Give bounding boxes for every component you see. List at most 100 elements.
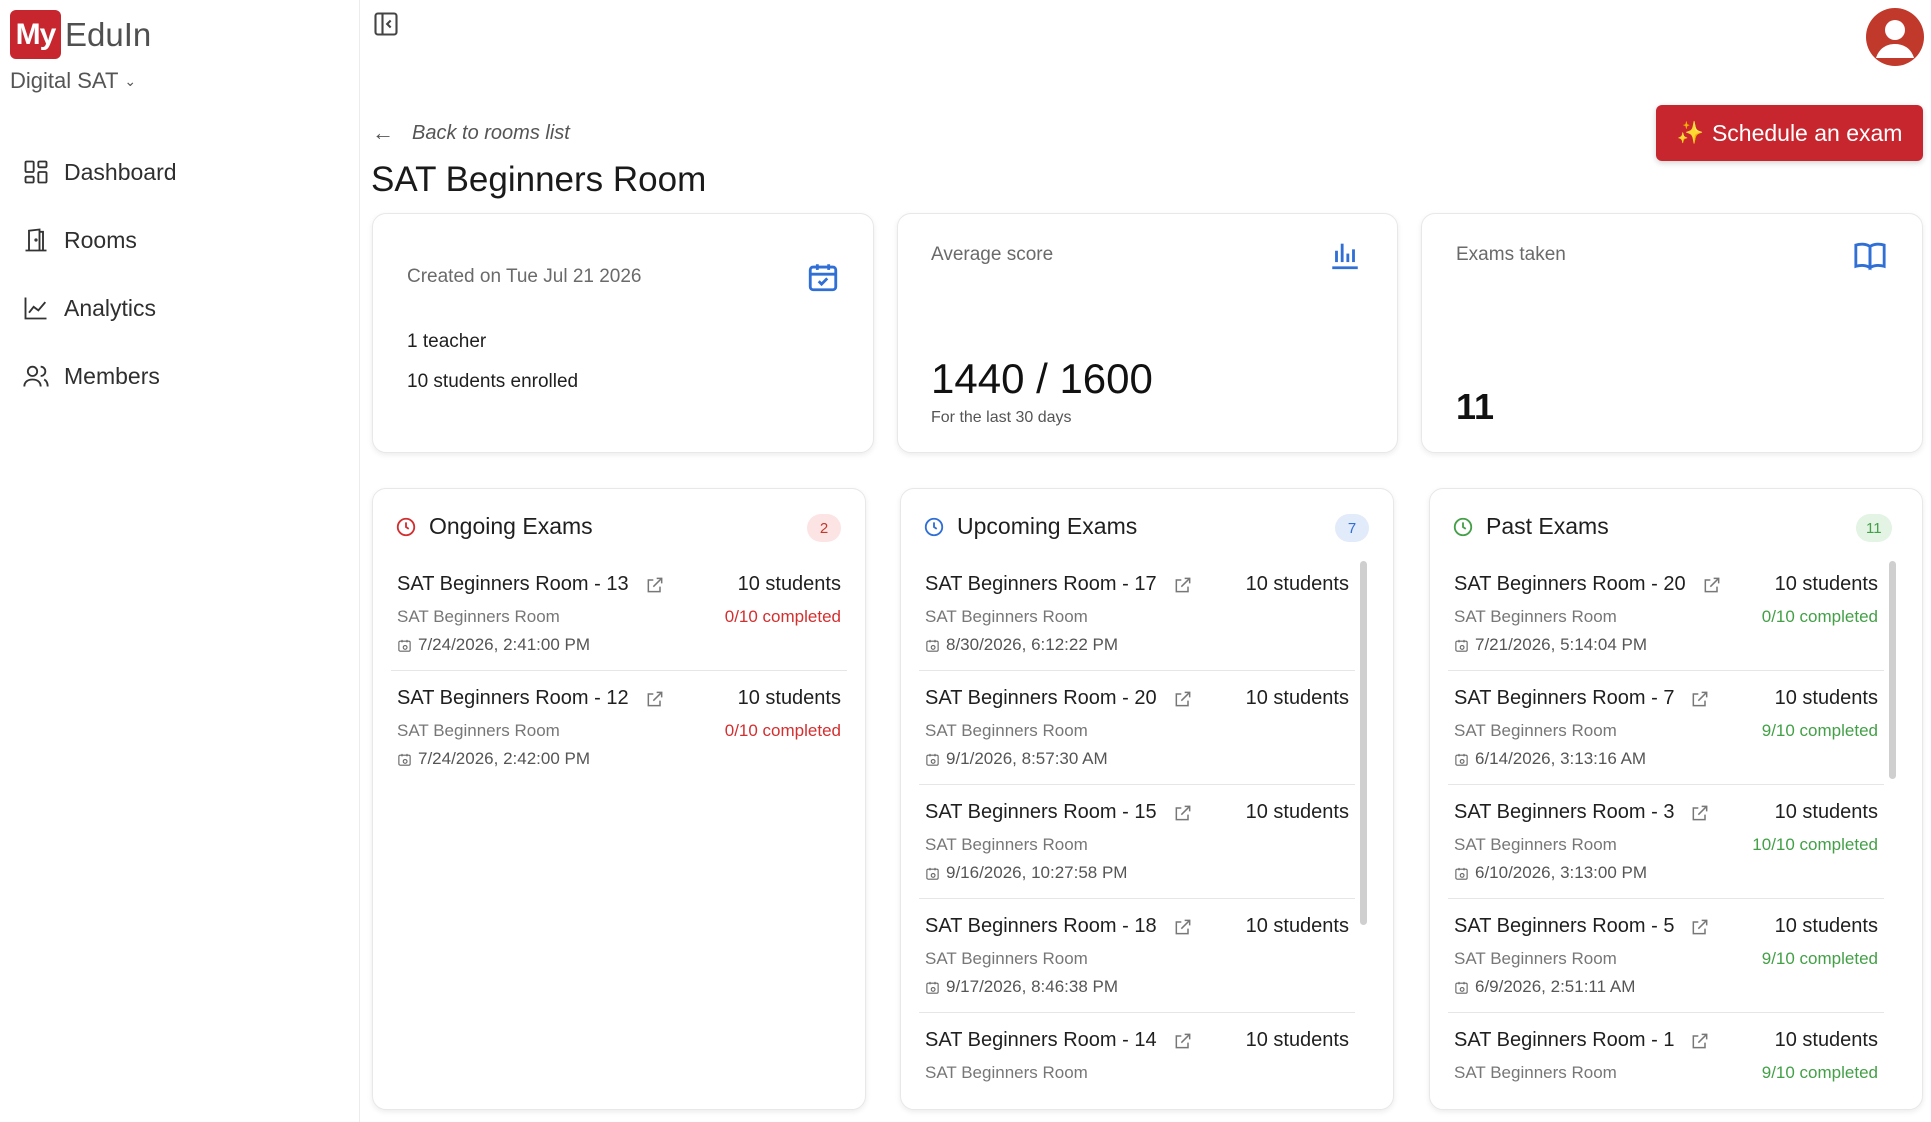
arrow-left-icon: ← (372, 120, 394, 145)
exam-date: 9/1/2026, 8:57:30 AM (946, 749, 1108, 768)
calendar-clock-icon (926, 639, 939, 652)
org-selector[interactable]: Digital SAT ⌄ (10, 68, 136, 94)
exam-name: SAT Beginners Room - 3 (1454, 801, 1675, 823)
exam-room: SAT Beginners Room (925, 835, 1088, 854)
sidebar-item-dashboard[interactable]: Dashboard (22, 138, 177, 206)
exam-row[interactable]: SAT Beginners Room - 17 10 students SAT … (919, 557, 1355, 671)
upcoming-scrollbar[interactable] (1360, 561, 1367, 925)
external-link-icon[interactable] (1702, 575, 1722, 595)
external-link-icon[interactable] (1173, 1031, 1193, 1051)
calendar-clock-icon (1455, 867, 1468, 880)
dashboard-icon (24, 160, 48, 184)
sidebar-item-members[interactable]: Members (22, 342, 177, 410)
app-logo[interactable]: My EduIn (10, 10, 151, 59)
exam-students: 10 students (1245, 801, 1349, 823)
exam-row[interactable]: SAT Beginners Room - 3 10 students SAT B… (1448, 785, 1884, 899)
exam-row[interactable]: SAT Beginners Room - 13 10 students SAT … (391, 557, 847, 671)
external-link-icon[interactable] (1690, 689, 1710, 709)
exam-students: 10 students (1774, 801, 1878, 823)
clock-icon (924, 517, 944, 536)
upcoming-count-badge: 7 (1335, 514, 1369, 542)
schedule-exam-label: Schedule an exam (1711, 119, 1903, 146)
user-avatar[interactable] (1866, 8, 1924, 66)
external-link-icon[interactable] (1173, 803, 1193, 823)
external-link-icon[interactable] (1173, 575, 1193, 595)
sidebar-item-label: Members (64, 362, 160, 389)
exam-row[interactable]: SAT Beginners Room - 20 10 students SAT … (919, 671, 1355, 785)
exam-completion: 9/10 completed (1761, 721, 1878, 740)
exam-date: 8/30/2026, 6:12:22 PM (946, 635, 1119, 654)
calendar-clock-icon (926, 753, 939, 766)
external-link-icon[interactable] (1173, 689, 1193, 709)
chevron-down-icon: ⌄ (124, 72, 137, 89)
upcoming-exams-header: Upcoming Exams (923, 513, 1137, 540)
exam-room: SAT Beginners Room (925, 607, 1088, 626)
exam-room: SAT Beginners Room (397, 607, 560, 626)
sidebar-item-analytics[interactable]: Analytics (22, 274, 177, 342)
exam-row[interactable]: SAT Beginners Room - 12 10 students SAT … (391, 671, 847, 785)
sidebar-item-label: Analytics (64, 294, 157, 321)
external-link-icon[interactable] (645, 689, 665, 709)
exam-students: 10 students (1774, 687, 1878, 709)
exam-students: 10 students (1774, 1029, 1878, 1051)
past-exams-title: Past Exams (1486, 513, 1609, 539)
sidebar-item-label: Dashboard (64, 158, 177, 185)
external-link-icon[interactable] (645, 575, 665, 595)
calendar-clock-icon (398, 753, 411, 766)
sidebar-collapse-icon (374, 12, 398, 36)
exam-students: 10 students (1774, 915, 1878, 937)
average-score-label: Average score (931, 244, 1054, 265)
upcoming-exams-title: Upcoming Exams (957, 513, 1138, 539)
external-link-icon[interactable] (1690, 917, 1710, 937)
exam-completion: 9/10 completed (1761, 949, 1878, 968)
collapse-sidebar-button[interactable] (372, 10, 400, 38)
exam-completion: 0/10 completed (724, 721, 841, 740)
exam-name: SAT Beginners Room - 18 (925, 915, 1157, 937)
exam-name: SAT Beginners Room - 5 (1454, 915, 1675, 937)
exam-row[interactable]: SAT Beginners Room - 1 10 students SAT B… (1448, 1013, 1884, 1097)
external-link-icon[interactable] (1690, 803, 1710, 823)
exam-room: SAT Beginners Room (1454, 835, 1617, 854)
exam-row[interactable]: SAT Beginners Room - 18 10 students SAT … (919, 899, 1355, 1013)
exam-room: SAT Beginners Room (1454, 607, 1617, 626)
past-count-badge: 11 (1856, 514, 1892, 542)
exam-row[interactable]: SAT Beginners Room - 14 10 students SAT … (919, 1013, 1355, 1097)
past-scrollbar[interactable] (1889, 561, 1896, 779)
clock-icon (1453, 517, 1473, 536)
exam-date: 6/10/2026, 3:13:00 PM (1475, 863, 1648, 882)
exam-date: 6/14/2026, 3:13:16 AM (1475, 749, 1647, 768)
past-exams-panel: Past Exams 11 SAT Beginners Room - 20 10… (1429, 488, 1923, 1110)
exam-completion: 0/10 completed (724, 607, 841, 626)
sidebar-item-rooms[interactable]: Rooms (22, 206, 177, 274)
students-enrolled: 10 students enrolled (407, 371, 579, 392)
exam-row[interactable]: SAT Beginners Room - 20 10 students SAT … (1448, 557, 1884, 671)
past-exams-list[interactable]: SAT Beginners Room - 20 10 students SAT … (1448, 557, 1884, 1097)
calendar-clock-icon (926, 867, 939, 880)
exam-room: SAT Beginners Room (925, 949, 1088, 968)
sidebar: My EduIn Digital SAT ⌄ Dashboard Rooms A… (0, 0, 360, 1122)
logo-text: EduIn (65, 15, 152, 53)
external-link-icon[interactable] (1173, 917, 1193, 937)
exam-row[interactable]: SAT Beginners Room - 5 10 students SAT B… (1448, 899, 1884, 1013)
exam-row[interactable]: SAT Beginners Room - 7 10 students SAT B… (1448, 671, 1884, 785)
back-to-rooms-link[interactable]: ← Back to rooms list (372, 120, 570, 146)
room-info-card: Created on Tue Jul 21 2026 1 teacher 10 … (372, 213, 874, 453)
exam-name: SAT Beginners Room - 20 (1454, 573, 1686, 595)
exam-completion: 0/10 completed (1761, 607, 1878, 626)
ongoing-exams-header: Ongoing Exams (395, 513, 593, 540)
users-icon (23, 365, 49, 387)
exam-students: 10 students (1245, 687, 1349, 709)
door-icon (25, 228, 47, 252)
exams-taken-card: Exams taken 11 (1421, 213, 1923, 453)
exam-room: SAT Beginners Room (925, 1063, 1088, 1082)
exam-date: 7/21/2026, 5:14:04 PM (1475, 635, 1648, 654)
teacher-count: 1 teacher (407, 331, 487, 352)
exam-row[interactable]: SAT Beginners Room - 15 10 students SAT … (919, 785, 1355, 899)
exams-taken-value: 11 (1456, 386, 1495, 427)
schedule-exam-button[interactable]: ✨ Schedule an exam (1656, 105, 1923, 161)
exam-name: SAT Beginners Room - 20 (925, 687, 1157, 709)
clock-icon (396, 517, 416, 536)
external-link-icon[interactable] (1690, 1031, 1710, 1051)
upcoming-exams-list[interactable]: SAT Beginners Room - 17 10 students SAT … (919, 557, 1355, 1097)
ongoing-count-badge: 2 (807, 514, 841, 542)
